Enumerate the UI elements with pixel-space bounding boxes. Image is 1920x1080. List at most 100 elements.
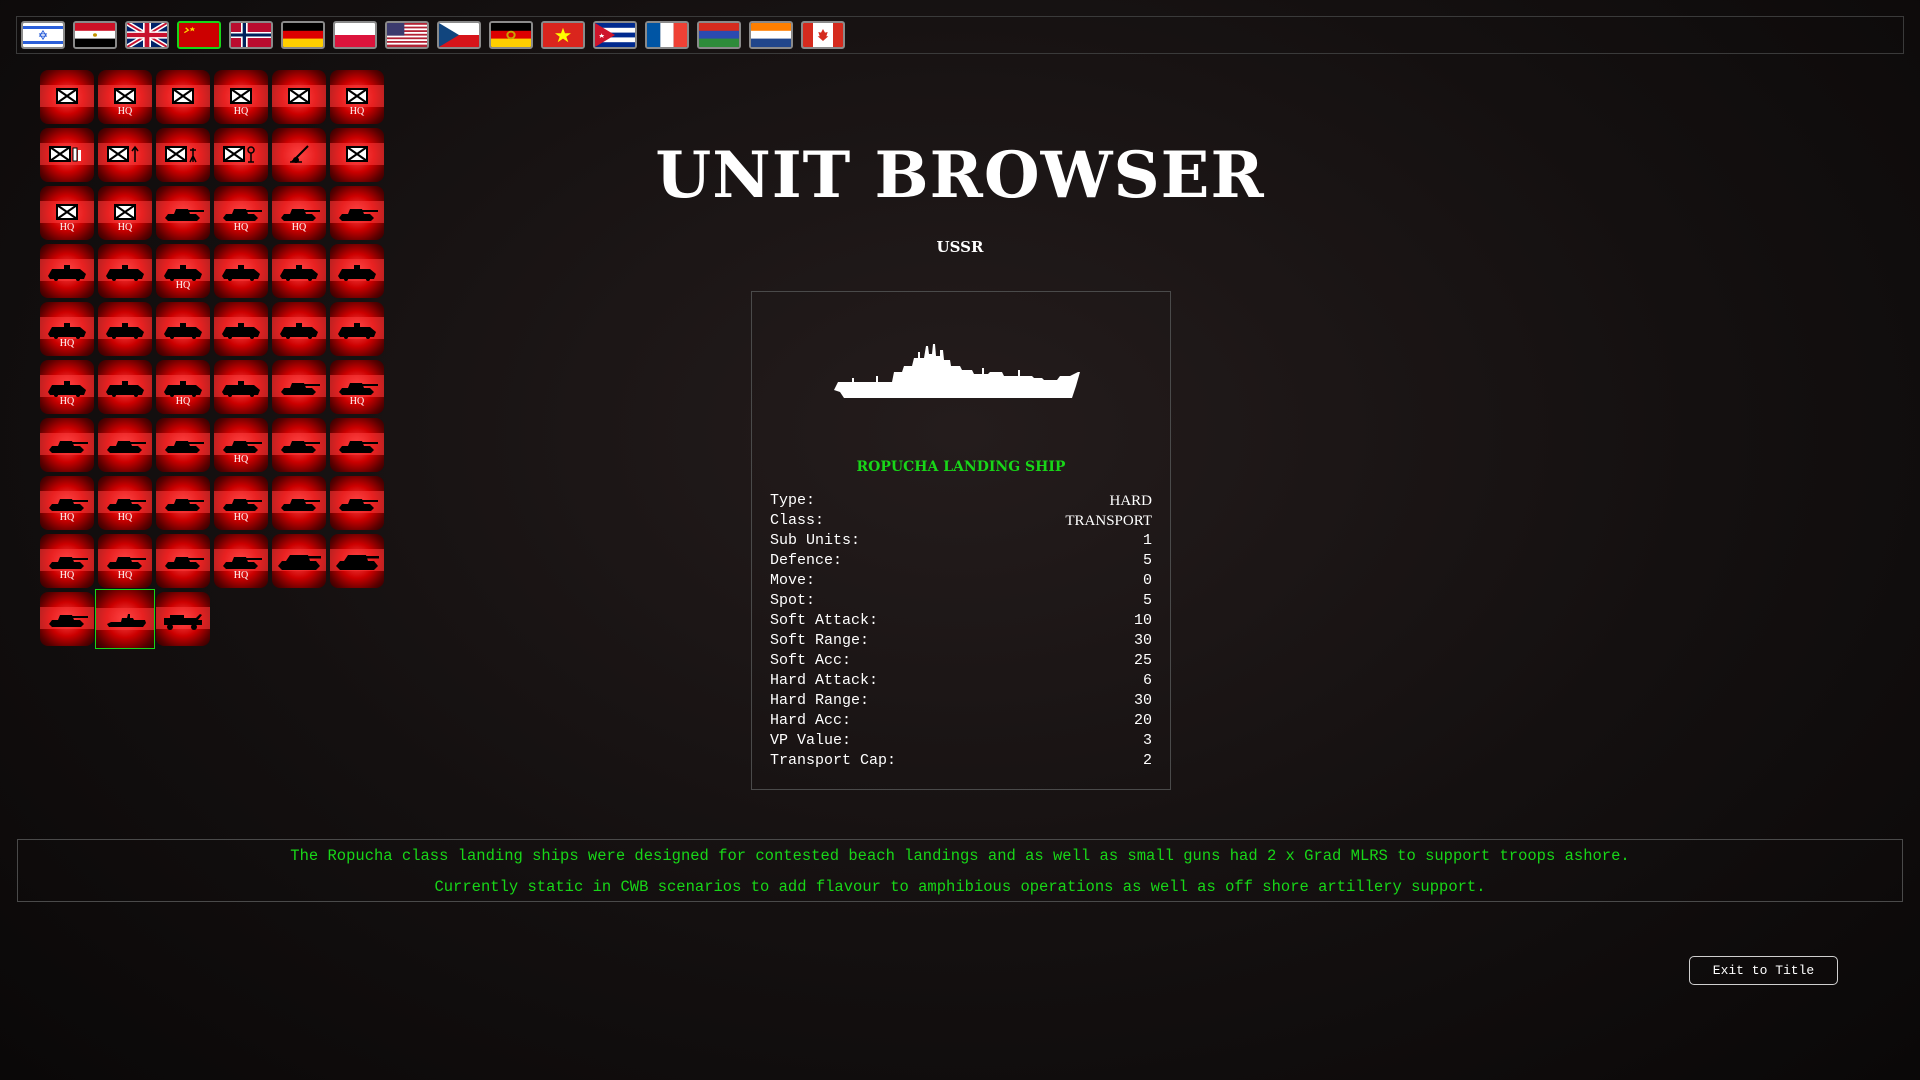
unit-tile[interactable]: HQ bbox=[214, 70, 268, 124]
netherlands-flag[interactable] bbox=[749, 21, 793, 49]
unit-tile[interactable] bbox=[156, 592, 210, 646]
stat-row: Hard Acc: 20 bbox=[770, 711, 1152, 731]
unit-tile[interactable]: HQ bbox=[98, 534, 152, 588]
unit-tile[interactable] bbox=[330, 534, 384, 588]
hq-label: HQ bbox=[59, 222, 75, 233]
landing-ship-icon bbox=[834, 344, 1080, 398]
unit-tile[interactable] bbox=[272, 360, 326, 414]
hq-label: HQ bbox=[175, 280, 191, 291]
stat-row: Class: TRANSPORT bbox=[770, 511, 1152, 531]
stat-value: 2 bbox=[1142, 752, 1152, 769]
stat-value: 3 bbox=[1142, 732, 1152, 749]
stat-label: Hard Acc: bbox=[770, 712, 852, 729]
unit-tile[interactable]: HQ bbox=[214, 476, 268, 530]
israel-flag[interactable] bbox=[21, 21, 65, 49]
hq-label: HQ bbox=[59, 512, 75, 523]
unit-tile[interactable] bbox=[272, 534, 326, 588]
unit-tile[interactable]: HQ bbox=[330, 70, 384, 124]
stat-value: 5 bbox=[1142, 592, 1152, 609]
hq-label: HQ bbox=[233, 222, 249, 233]
east-germany-flag[interactable] bbox=[489, 21, 533, 49]
unit-tile[interactable] bbox=[214, 360, 268, 414]
stat-label: Type: bbox=[770, 492, 816, 509]
stat-value: 25 bbox=[1133, 652, 1152, 669]
description-line-2: Currently static in CWB scenarios to add… bbox=[434, 878, 1486, 896]
stat-row: Hard Range: 30 bbox=[770, 691, 1152, 711]
stat-value: 6 bbox=[1142, 672, 1152, 689]
hq-label: HQ bbox=[233, 570, 249, 581]
unit-tile[interactable] bbox=[156, 534, 210, 588]
unit-tile[interactable] bbox=[156, 476, 210, 530]
unit-tile[interactable] bbox=[272, 70, 326, 124]
hq-label: HQ bbox=[59, 396, 75, 407]
hq-label: HQ bbox=[117, 512, 133, 523]
hq-label: HQ bbox=[117, 222, 133, 233]
unit-tile[interactable]: HQ bbox=[98, 476, 152, 530]
unit-tile[interactable]: HQ bbox=[330, 360, 384, 414]
unit-tile[interactable] bbox=[98, 302, 152, 356]
hq-label: HQ bbox=[233, 106, 249, 117]
unit-tile[interactable] bbox=[272, 476, 326, 530]
norway-flag[interactable] bbox=[229, 21, 273, 49]
stat-row: Move: 0 bbox=[770, 571, 1152, 591]
stat-value: TRANSPORT bbox=[1065, 513, 1152, 529]
unit-tile[interactable]: HQ bbox=[40, 302, 94, 356]
unit-tile[interactable] bbox=[98, 360, 152, 414]
unit-tile[interactable]: HQ bbox=[156, 360, 210, 414]
exit-to-title-button[interactable]: Exit to Title bbox=[1689, 956, 1838, 985]
unit-description: The Ropucha class landing ships were des… bbox=[17, 839, 1903, 902]
red-blue-green-flag[interactable] bbox=[697, 21, 741, 49]
unit-tile[interactable] bbox=[156, 302, 210, 356]
unit-name: ROPUCHA LANDING SHIP bbox=[856, 459, 1066, 475]
stat-label: Soft Acc: bbox=[770, 652, 852, 669]
stat-row: Soft Range: 30 bbox=[770, 631, 1152, 651]
hq-label: HQ bbox=[349, 396, 365, 407]
stat-row: Defence: 5 bbox=[770, 551, 1152, 571]
stat-label: Hard Range: bbox=[770, 692, 870, 709]
unit-tile[interactable] bbox=[98, 418, 152, 472]
france-flag[interactable] bbox=[645, 21, 689, 49]
unit-info-panel: ROPUCHA LANDING SHIP Type: HARD Class: TRAN… bbox=[751, 291, 1171, 790]
czechoslovakia-flag[interactable] bbox=[437, 21, 481, 49]
unit-tile[interactable] bbox=[40, 418, 94, 472]
unit-tile[interactable]: HQ bbox=[40, 360, 94, 414]
unit-tile[interactable] bbox=[330, 302, 384, 356]
unit-tile[interactable]: HQ bbox=[40, 476, 94, 530]
stat-label: Spot: bbox=[770, 592, 816, 609]
unit-stats-list: Type: HARD Class: TRANSPORT Sub Units: 1 Defen… bbox=[770, 491, 1152, 771]
unit-tile[interactable] bbox=[40, 70, 94, 124]
hq-label: HQ bbox=[349, 106, 365, 117]
stat-label: VP Value: bbox=[770, 732, 852, 749]
stat-value: 30 bbox=[1133, 632, 1152, 649]
stat-row: Hard Attack: 6 bbox=[770, 671, 1152, 691]
egypt-flag[interactable] bbox=[73, 21, 117, 49]
poland-flag[interactable] bbox=[333, 21, 377, 49]
unit-tile[interactable] bbox=[156, 418, 210, 472]
stat-label: Defence: bbox=[770, 552, 843, 569]
cuba-flag[interactable] bbox=[593, 21, 637, 49]
canada-flag[interactable] bbox=[801, 21, 845, 49]
vietnam-flag[interactable] bbox=[541, 21, 585, 49]
unit-tile[interactable] bbox=[330, 418, 384, 472]
unit-tile[interactable] bbox=[330, 476, 384, 530]
unit-tile[interactable]: HQ bbox=[40, 534, 94, 588]
stat-row: Soft Attack: 10 bbox=[770, 611, 1152, 631]
hq-label: HQ bbox=[59, 338, 75, 349]
unit-tile[interactable] bbox=[40, 592, 94, 646]
unit-tile[interactable]: HQ bbox=[98, 70, 152, 124]
nation-name: USSR bbox=[936, 238, 984, 256]
stat-value: 30 bbox=[1133, 692, 1152, 709]
unit-tile[interactable] bbox=[272, 418, 326, 472]
unit-tile[interactable] bbox=[272, 302, 326, 356]
usa-flag[interactable] bbox=[385, 21, 429, 49]
stat-label: Sub Units: bbox=[770, 532, 861, 549]
west-germany-flag[interactable] bbox=[281, 21, 325, 49]
unit-tile[interactable]: HQ bbox=[214, 418, 268, 472]
unit-tile[interactable] bbox=[156, 70, 210, 124]
uk-flag[interactable] bbox=[125, 21, 169, 49]
unit-tile[interactable]: HQ bbox=[214, 534, 268, 588]
unit-tile[interactable] bbox=[95, 589, 155, 649]
stat-value: HARD bbox=[1109, 493, 1152, 509]
ussr-flag[interactable] bbox=[177, 21, 221, 49]
unit-tile[interactable] bbox=[214, 302, 268, 356]
